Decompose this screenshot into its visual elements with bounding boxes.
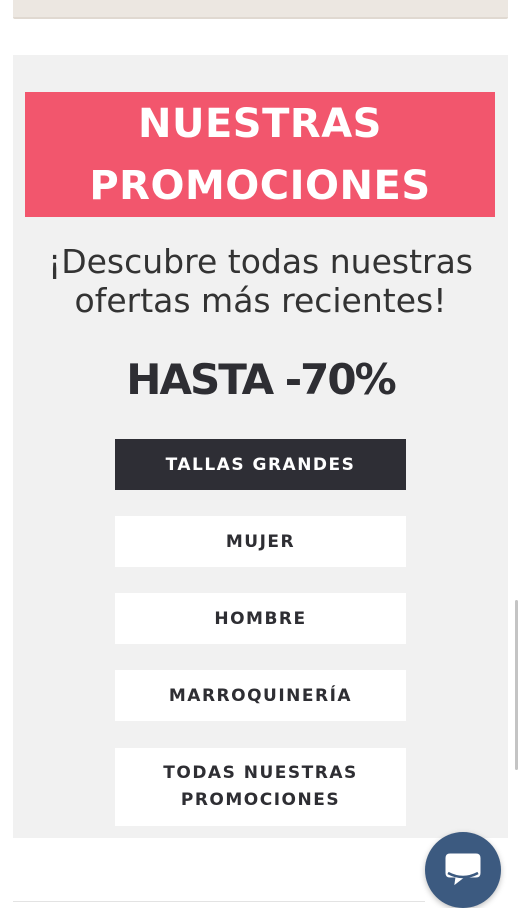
chat-button[interactable]: [425, 832, 501, 908]
marroquineria-label: MARROQUINERÍA: [168, 685, 353, 706]
tallas-grandes-button[interactable]: TALLAS GRANDES: [115, 439, 406, 490]
hombre-button[interactable]: HOMBRE: [115, 593, 406, 644]
footer-divider: [13, 901, 425, 902]
chat-bubble-icon: [445, 853, 481, 886]
promotions-subtitle: ¡Descubre todas nuestras ofertas más rec…: [13, 242, 508, 320]
promotions-banner: NUESTRAS PROMOCIONES: [25, 92, 495, 217]
previous-section-strip: [13, 0, 508, 19]
banner-title-line-1: NUESTRAS: [138, 100, 382, 147]
todas-promociones-label-line-1: TODAS NUESTRAS: [163, 763, 358, 783]
marroquineria-button[interactable]: MARROQUINERÍA: [115, 670, 406, 721]
subtitle-line-2: ofertas más recientes!: [74, 281, 447, 320]
subtitle-line-1: ¡Descubre todas nuestras: [47, 242, 473, 281]
scrollbar[interactable]: [515, 600, 518, 770]
discount-headline: HASTA -70%: [126, 355, 396, 404]
tallas-grandes-label: TALLAS GRANDES: [165, 454, 356, 475]
mujer-button[interactable]: MUJER: [115, 516, 406, 567]
todas-promociones-label-line-2: PROMOCIONES: [180, 790, 341, 810]
hombre-label: HOMBRE: [214, 608, 307, 629]
promotions-panel: NUESTRAS PROMOCIONES ¡Descubre todas nue…: [13, 55, 508, 838]
banner-title-line-2: PROMOCIONES: [89, 162, 431, 209]
todas-promociones-button[interactable]: TODAS NUESTRAS PROMOCIONES: [115, 748, 406, 826]
mujer-label: MUJER: [225, 531, 296, 552]
